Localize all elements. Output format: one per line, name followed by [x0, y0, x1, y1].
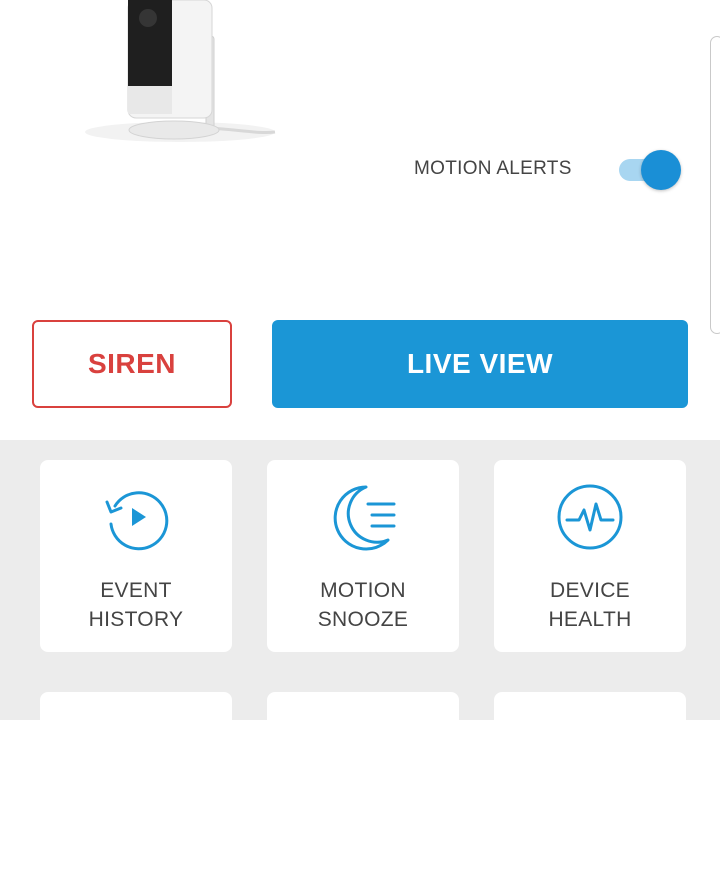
partial-tile-2[interactable] [267, 692, 459, 884]
scroll-indicator[interactable] [710, 36, 720, 334]
motion-snooze-icon [333, 485, 396, 551]
toggle-knob [641, 150, 681, 190]
event-history-tile[interactable]: EVENT HISTORY [40, 460, 232, 652]
motion-snooze-tile[interactable]: MOTION SNOOZE [267, 460, 459, 652]
wifi-waves-icon [101, 714, 171, 784]
live-view-button-label: LIVE VIEW [406, 348, 554, 379]
live-view-button[interactable]: LIVE VIEW [272, 320, 688, 408]
partial-tile-1[interactable] [40, 692, 232, 884]
motion-alerts-label: MOTION ALERTS [414, 158, 572, 179]
event-history-icon [105, 491, 169, 551]
motion-alerts-toggle[interactable] [617, 150, 681, 190]
device-health-tile[interactable]: DEVICE HEALTH [494, 460, 686, 652]
device-health-icon [557, 484, 623, 550]
partial-tile-3[interactable] [494, 692, 686, 884]
device-health-label: DEVICE HEALTH [548, 579, 632, 631]
partial-bar-icon [555, 714, 625, 784]
indoor-camera-image [85, 0, 276, 142]
motion-snooze-label: MOTION SNOOZE [317, 579, 409, 631]
event-history-label: EVENT HISTORY [88, 579, 184, 631]
siren-button[interactable]: SIREN [32, 320, 232, 408]
partial-circle-icon [328, 714, 398, 784]
feature-grid: EVENT HISTORY MOTION SNOOZE DEVICE HEALT… [0, 440, 720, 884]
siren-button-label: SIREN [87, 348, 177, 379]
device-header: MOTION ALERTS SIREN LIVE VIEW [0, 0, 720, 440]
